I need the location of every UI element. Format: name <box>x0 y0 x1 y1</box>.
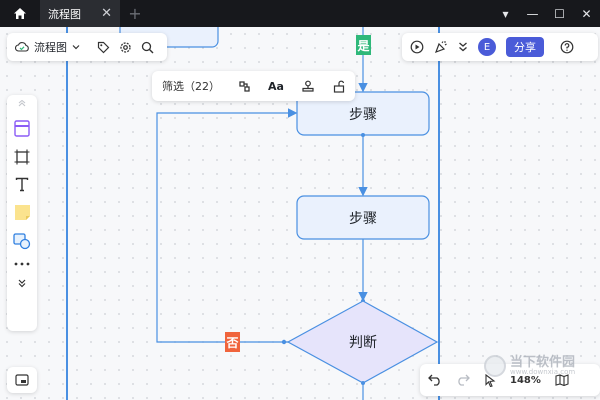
font-style-button[interactable]: Aa <box>268 80 284 93</box>
connector-decision-no-loop <box>156 108 298 343</box>
frame-tool-icon[interactable] <box>14 149 30 165</box>
cloud-saved-icon <box>15 42 29 52</box>
title-bar: 流程图 ✕ + ▾ — ☐ ✕ <box>0 0 600 27</box>
play-presentation-icon[interactable] <box>410 40 424 54</box>
dropdown-icon[interactable]: ▾ <box>492 0 519 27</box>
help-icon[interactable] <box>560 40 574 54</box>
file-panel: 流程图 <box>7 33 167 61</box>
right-toolbar: E 分享 <box>402 33 598 61</box>
gear-icon[interactable] <box>119 41 132 54</box>
stamp-icon[interactable] <box>301 80 315 93</box>
search-icon[interactable] <box>141 41 154 54</box>
window-close-button[interactable]: ✕ <box>573 0 600 27</box>
watermark-text-en: www.downxia.com <box>510 368 576 376</box>
left-tool-palette <box>7 95 37 331</box>
maximize-button[interactable]: ☐ <box>546 0 573 27</box>
minimize-button[interactable]: — <box>519 0 546 27</box>
watermark-logo <box>484 355 506 377</box>
page-frame-tool-icon[interactable] <box>14 120 30 137</box>
tab-title: 流程图 <box>48 7 81 21</box>
sticky-note-tool-icon[interactable] <box>14 204 31 221</box>
expand-down-icon[interactable] <box>17 278 27 288</box>
no-badge: 否 <box>225 332 240 352</box>
more-tools-icon[interactable] <box>14 262 30 266</box>
unlock-icon[interactable] <box>333 80 345 93</box>
home-icon <box>14 8 26 19</box>
redo-icon[interactable] <box>456 374 470 386</box>
shape-tool-icon[interactable] <box>13 233 31 250</box>
collapse-up-icon[interactable] <box>17 100 27 108</box>
site-watermark: 当下软件园 www.downxia.com <box>484 354 594 378</box>
filter-button[interactable]: 筛选（22） <box>162 78 220 94</box>
home-button[interactable] <box>0 0 40 27</box>
celebration-icon[interactable] <box>434 40 448 54</box>
tag-icon[interactable] <box>97 41 110 54</box>
double-chevron-down-icon[interactable] <box>458 41 468 53</box>
selection-toolbar: 筛选（22） Aa <box>152 71 355 101</box>
minimap-toggle[interactable] <box>7 367 37 393</box>
file-title: 流程图 <box>34 41 67 54</box>
layout-icon[interactable] <box>238 80 251 93</box>
undo-icon[interactable] <box>428 374 442 386</box>
new-tab-button[interactable]: + <box>120 0 150 27</box>
connector-dot <box>281 339 287 345</box>
minimap-icon <box>15 374 29 386</box>
connector-dot <box>361 381 365 385</box>
text-tool-icon[interactable] <box>15 177 29 192</box>
user-avatar[interactable]: E <box>478 38 496 56</box>
node-step-2-label: 步骤 <box>349 210 377 227</box>
node-decision-label: 判断 <box>349 335 377 351</box>
tab-close-icon[interactable]: ✕ <box>101 6 112 21</box>
tab-flowchart[interactable]: 流程图 ✕ <box>40 0 120 27</box>
share-button[interactable]: 分享 <box>506 37 544 57</box>
chevron-down-icon <box>72 45 80 50</box>
yes-badge: 是 <box>356 35 371 55</box>
file-title-menu[interactable]: 流程图 <box>15 39 80 55</box>
title-bar-drag-area <box>150 0 492 27</box>
